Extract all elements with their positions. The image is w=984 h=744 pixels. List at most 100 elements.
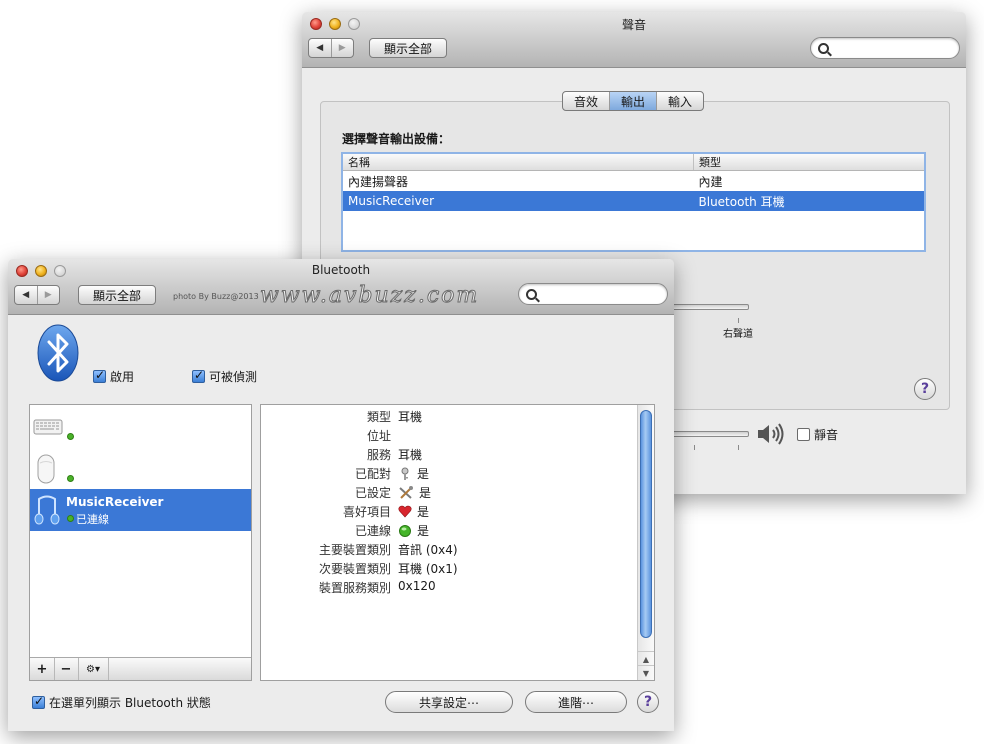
balance-slider-track[interactable] xyxy=(662,304,749,310)
info-value: 耳機 (0x1) xyxy=(398,562,458,576)
info-row: 主要裝置類別 音訊 (0x4) xyxy=(261,541,654,560)
device-name: MusicReceiver xyxy=(66,495,164,509)
sound-search-input[interactable] xyxy=(810,37,960,59)
keyboard-icon xyxy=(33,419,63,435)
photo-credit: photo By Buzz@2013 xyxy=(173,292,259,301)
info-label: 喜好項目 xyxy=(342,505,391,519)
info-value-with-icon: 是 xyxy=(398,503,429,520)
mouse-icon xyxy=(37,454,55,484)
info-row: 位址 xyxy=(261,427,654,446)
volume-tick xyxy=(738,445,739,450)
sound-nav-buttons: ◀ ▶ xyxy=(308,38,354,58)
bluetooth-search-input[interactable] xyxy=(518,283,668,305)
table-row-selected[interactable]: MusicReceiver Bluetooth 耳機 xyxy=(343,191,924,211)
device-info-panel: 類型 耳機 位址 服務 耳機 已配對 是 已設定 是 喜好項目 是 已連線 是 … xyxy=(260,404,655,681)
enable-bluetooth-checkbox[interactable]: 啟用 xyxy=(93,368,134,385)
bluetooth-nav-buttons: ◀ ▶ xyxy=(14,285,60,305)
scrollbar-thumb[interactable] xyxy=(640,410,652,638)
device-type-cell: Bluetooth 耳機 xyxy=(693,191,924,211)
configured-value: 是 xyxy=(419,486,432,500)
bluetooth-logo-icon xyxy=(37,324,79,382)
info-value: 0x120 xyxy=(398,579,436,593)
info-row: 已連線 是 xyxy=(261,522,654,541)
checkbox-checked xyxy=(192,368,205,383)
info-value: 耳機 xyxy=(398,448,423,462)
tab-sound-effects[interactable]: 音效 xyxy=(563,92,611,110)
info-label: 已配對 xyxy=(354,467,391,481)
list-item[interactable] xyxy=(30,449,251,491)
column-header-type[interactable]: 類型 xyxy=(693,154,924,171)
info-row: 已配對 是 xyxy=(261,465,654,484)
headphones-icon xyxy=(34,495,60,525)
sound-window-title: 聲音 xyxy=(621,18,646,32)
device-name-cell: 內建揚聲器 xyxy=(348,174,409,189)
scroll-up-arrow-icon[interactable]: ▲ xyxy=(638,651,654,666)
checkbox-unchecked xyxy=(797,428,810,441)
info-label: 服務 xyxy=(366,448,391,462)
discoverable-label: 可被偵測 xyxy=(209,370,258,384)
paired-value: 是 xyxy=(417,467,430,481)
info-label: 裝置服務類別 xyxy=(318,581,391,595)
sound-titlebar: 聲音 ◀ ▶ 顯示全部 xyxy=(302,12,966,68)
forward-arrow-icon[interactable]: ▶ xyxy=(332,39,354,57)
info-value: 音訊 (0x4) xyxy=(398,543,458,557)
device-name-cell: MusicReceiver xyxy=(343,191,694,211)
tab-input[interactable]: 輸入 xyxy=(657,92,703,110)
green-light-icon xyxy=(399,524,411,537)
back-arrow-icon[interactable]: ◀ xyxy=(15,286,38,304)
show-all-button[interactable]: 顯示全部 xyxy=(78,285,156,305)
enable-label: 啟用 xyxy=(110,370,135,384)
checkbox-checked xyxy=(32,694,45,709)
balance-right-label: 右聲道 xyxy=(723,329,753,340)
info-label: 已設定 xyxy=(354,486,391,500)
list-item[interactable] xyxy=(30,407,251,449)
balance-tick xyxy=(738,318,739,323)
advanced-button[interactable]: 進階⋯ xyxy=(525,691,627,713)
sharing-setup-button[interactable]: 共享設定⋯ xyxy=(385,691,513,713)
bluetooth-device-list: MusicReceiver 已連線 + − ⚙▾ xyxy=(29,404,252,681)
show-in-menubar-checkbox[interactable]: 在選單列顯示 Bluetooth 狀態 xyxy=(32,694,211,711)
info-value-with-icon: 是 xyxy=(398,465,429,482)
connected-value: 是 xyxy=(417,524,430,538)
volume-slider-track[interactable] xyxy=(662,431,749,437)
info-row: 喜好項目 是 xyxy=(261,503,654,522)
column-header-name[interactable]: 名稱 xyxy=(343,154,694,171)
speaker-loud-icon xyxy=(758,423,784,445)
table-row[interactable]: 內建揚聲器 內建 xyxy=(343,171,924,192)
checkbox-checked xyxy=(93,368,106,383)
device-type-cell: 內建 xyxy=(698,174,723,189)
device-status: 已連線 xyxy=(76,513,109,526)
scroll-down-arrow-icon[interactable]: ▼ xyxy=(638,665,654,680)
bluetooth-titlebar: Bluetooth ◀ ▶ 顯示全部 photo By Buzz@2013 ww… xyxy=(8,259,674,315)
show-all-button[interactable]: 顯示全部 xyxy=(369,38,447,58)
add-device-button[interactable]: + xyxy=(30,658,55,680)
sound-tabs: 音效 輸出 輸入 xyxy=(562,91,705,111)
bluetooth-window-title: Bluetooth xyxy=(311,263,371,277)
favorite-value: 是 xyxy=(417,505,430,519)
heart-icon xyxy=(398,505,412,518)
connected-status-icon xyxy=(67,475,74,482)
choose-output-label: 選擇聲音輸出設備： xyxy=(342,132,451,146)
remove-device-button[interactable]: − xyxy=(54,658,79,680)
list-item-selected[interactable]: MusicReceiver 已連線 xyxy=(30,489,251,531)
info-value-with-icon: 是 xyxy=(398,484,431,501)
info-label: 次要裝置類別 xyxy=(318,562,391,576)
forward-arrow-icon[interactable]: ▶ xyxy=(38,286,60,304)
tab-output[interactable]: 輸出 xyxy=(610,92,658,110)
show-in-menubar-label: 在選單列顯示 Bluetooth 狀態 xyxy=(49,696,211,710)
bluetooth-help-button[interactable]: ? xyxy=(637,691,659,713)
sound-help-button[interactable]: ? xyxy=(914,378,936,400)
info-label: 類型 xyxy=(366,410,391,424)
info-scrollbar[interactable]: ▲ ▼ xyxy=(637,405,654,680)
search-icon xyxy=(818,43,829,54)
info-row: 裝置服務類別 0x120 xyxy=(261,579,654,598)
back-arrow-icon[interactable]: ◀ xyxy=(309,39,332,57)
key-icon xyxy=(401,467,409,480)
mute-checkbox[interactable]: 靜音 xyxy=(797,426,838,443)
device-action-menu-button[interactable]: ⚙▾ xyxy=(78,658,109,680)
info-row: 服務 耳機 xyxy=(261,446,654,465)
info-row: 次要裝置類別 耳機 (0x1) xyxy=(261,560,654,579)
info-row: 已設定 是 xyxy=(261,484,654,503)
discoverable-checkbox[interactable]: 可被偵測 xyxy=(192,368,257,385)
info-value-with-icon: 是 xyxy=(398,522,429,539)
